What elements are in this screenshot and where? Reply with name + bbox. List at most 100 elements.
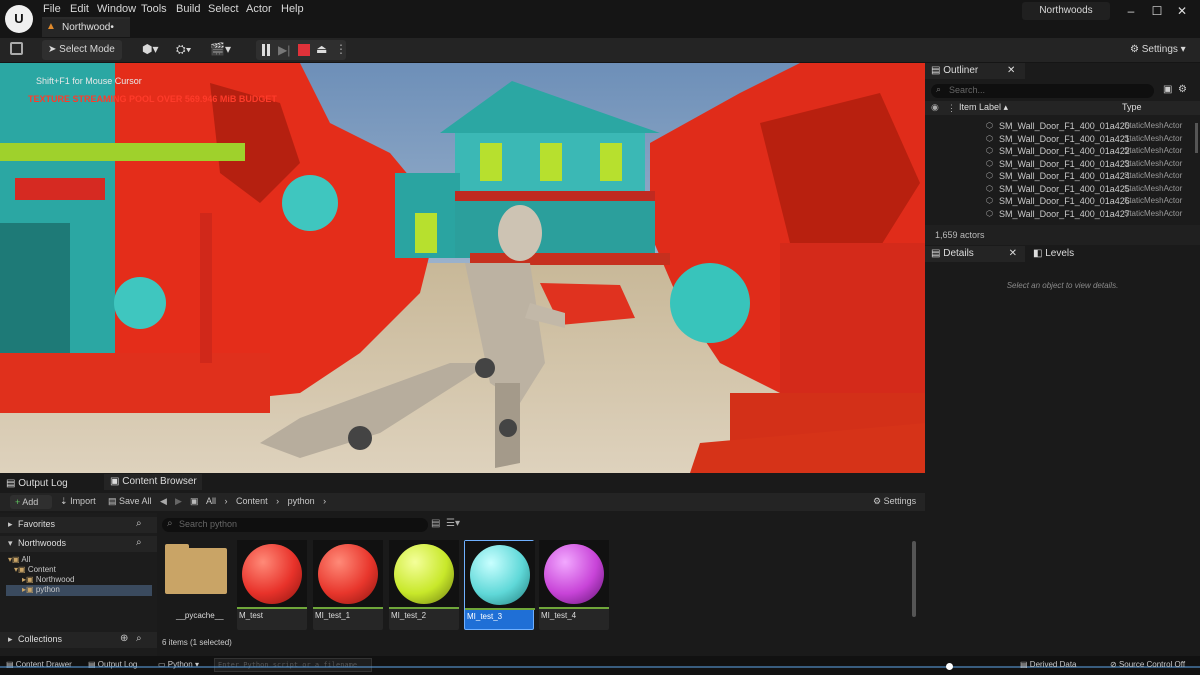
content-browser-panel: ▤ Output Log ▣ Content Browser ✕ + Add ⇣…	[0, 473, 925, 660]
add-actor-icon[interactable]: ⬢▾	[142, 42, 166, 58]
maximize-icon[interactable]: ☐	[1148, 2, 1166, 20]
search-icon[interactable]: ⌕	[136, 537, 142, 548]
menu-edit[interactable]: Edit	[70, 3, 89, 15]
asset-type-bar	[539, 607, 609, 609]
unreal-logo-icon[interactable]: U	[5, 5, 33, 33]
pin-icon[interactable]: ⋮	[947, 103, 956, 114]
tab-levels[interactable]: ◧ Levels	[1027, 246, 1097, 262]
asset-type-bar	[313, 607, 383, 609]
outliner-row[interactable]: ⬡ SM_Wall_Door_F1_400_01a421 StaticMeshA…	[925, 134, 1200, 146]
tree-item-all[interactable]: ▾▣ All	[8, 555, 152, 565]
search-icon[interactable]: ⌕	[136, 633, 142, 644]
outliner-row[interactable]: ⬡ SM_Wall_Door_F1_400_01a425 StaticMeshA…	[925, 184, 1200, 196]
pause-icon[interactable]	[262, 44, 265, 56]
filter-icon[interactable]: ☰▾	[446, 518, 460, 529]
favorites-header[interactable]: ▸ Favorites ⌕	[0, 517, 157, 533]
outliner-row[interactable]: ⬡ SM_Wall_Door_F1_400_01a422 StaticMeshA…	[925, 146, 1200, 158]
source-control-button[interactable]: ⊘ Source Control Off	[1110, 660, 1185, 669]
tree-item-northwood[interactable]: ▸▣ Northwood	[22, 575, 152, 585]
select-mode-dropdown[interactable]: ➤ Select Mode ▾	[42, 40, 122, 75]
select-mode-label: Select Mode	[59, 44, 115, 55]
stop-icon[interactable]	[298, 44, 310, 56]
forward-icon[interactable]: ▶	[175, 496, 182, 507]
material-sphere-icon	[242, 544, 302, 604]
close-icon[interactable]: ✕	[1173, 2, 1191, 20]
progress-handle[interactable]	[946, 663, 953, 670]
outliner-row[interactable]: ⬡ SM_Wall_Door_F1_400_01a424 StaticMeshA…	[925, 171, 1200, 183]
asset-tile-folder[interactable]: __pycache__	[162, 540, 232, 630]
menu-select[interactable]: Select	[208, 3, 239, 15]
menu-file[interactable]: File	[43, 3, 61, 15]
outliner-row[interactable]: ⬡ SM_Wall_Door_F1_400_01a426 StaticMeshA…	[925, 196, 1200, 208]
close-icon[interactable]: ✕	[1009, 248, 1017, 259]
content-scrollbar[interactable]	[912, 541, 916, 617]
outliner-row[interactable]: ⬡ SM_Wall_Door_F1_400_01a420 StaticMeshA…	[925, 121, 1200, 133]
outliner-row-type: StaticMeshActor	[1124, 158, 1183, 168]
viewport-scene	[0, 63, 925, 473]
visibility-eye-icon[interactable]: ◉	[931, 102, 939, 113]
tree-item-python[interactable]: ▸▣ python	[6, 585, 152, 596]
import-button[interactable]: ⇣ Import	[60, 496, 96, 507]
source-control-icon: ⊘	[1110, 660, 1117, 669]
col-item-label[interactable]: Item Label ▴	[959, 102, 1008, 113]
outliner-search-input[interactable]: ⌕ Search...	[931, 84, 1154, 98]
asset-tile[interactable]: MI_test_1	[313, 540, 383, 630]
derived-data-button[interactable]: ▤ Derived Data	[1020, 660, 1076, 669]
asset-type-bar	[465, 608, 535, 610]
close-icon[interactable]: ✕	[1007, 65, 1015, 76]
asset-tile-selected[interactable]: MI_test_3	[464, 540, 535, 630]
blueprint-icon[interactable]: ⛭▾	[176, 42, 200, 58]
menu-tools[interactable]: Tools	[141, 3, 167, 15]
asset-tile[interactable]: MI_test_2	[389, 540, 459, 630]
tab-output-log[interactable]: ▤ Output Log	[6, 476, 106, 492]
level-viewport[interactable]: Shift+F1 for Mouse Cursor TEXTURE STREAM…	[0, 63, 925, 473]
step-icon[interactable]: ▶|	[278, 43, 290, 57]
project-header[interactable]: ▾ Northwoods ⌕	[0, 536, 157, 552]
tab-details[interactable]: ▤ Details ✕	[925, 246, 1025, 262]
collapse-arrow-icon: ▸	[8, 634, 13, 644]
cursor-icon: ➤	[48, 44, 57, 55]
derived-data-label: Derived Data	[1029, 660, 1077, 669]
breadcrumb-python[interactable]: python	[288, 496, 315, 506]
content-settings-button[interactable]: ⚙ Settings	[873, 496, 916, 507]
details-tab-label: Details	[943, 248, 974, 259]
search-icon[interactable]: ⌕	[136, 518, 142, 529]
tree-item-label: python	[35, 585, 60, 594]
save-all-button[interactable]: ▤ Save All	[108, 496, 152, 507]
col-type[interactable]: Type	[1122, 102, 1142, 112]
menu-window[interactable]: Window	[97, 3, 136, 15]
console-command-input[interactable]: Enter Python script or a filename	[214, 658, 372, 672]
outliner-row-type: StaticMeshActor	[1124, 133, 1183, 143]
tree-item-content[interactable]: ▾▣ Content	[14, 565, 152, 575]
breadcrumb-all[interactable]: All	[206, 496, 216, 506]
asset-tile[interactable]: MI_test_4	[539, 540, 609, 630]
add-collection-icon[interactable]: ⊕	[120, 633, 128, 644]
menu-help[interactable]: Help	[281, 3, 304, 15]
save-search-icon[interactable]: ▤	[431, 518, 440, 529]
save-icon[interactable]	[10, 42, 23, 55]
collections-header[interactable]: ▸ Collections ⊕ ⌕	[0, 632, 157, 648]
asset-tile[interactable]: M_test	[237, 540, 307, 630]
breadcrumb-content[interactable]: Content	[236, 496, 268, 506]
minimize-icon[interactable]: –	[1122, 2, 1140, 20]
menu-build[interactable]: Build	[176, 3, 200, 15]
tab-outliner[interactable]: ▤ Outliner ✕	[925, 63, 1025, 79]
eject-icon[interactable]: ⏏	[316, 42, 327, 56]
outliner-tab-label: Outliner	[943, 65, 979, 76]
settings-button[interactable]: ⚙ Settings ▾	[1124, 40, 1192, 60]
outliner-row[interactable]: ⬡ SM_Wall_Door_F1_400_01a427 StaticMeshA…	[925, 209, 1200, 221]
more-options-icon[interactable]: ⋮	[335, 42, 347, 56]
outliner-row[interactable]: ⬡ SM_Wall_Door_F1_400_01a423 StaticMeshA…	[925, 159, 1200, 171]
menu-actor[interactable]: Actor	[246, 3, 272, 15]
cinematics-icon[interactable]: 🎬▾	[210, 42, 234, 58]
content-search-input[interactable]: ⌕ Search python	[162, 518, 428, 532]
outliner-search-placeholder: Search...	[949, 85, 986, 95]
tab-content-browser[interactable]: ▣ Content Browser ✕	[104, 474, 202, 503]
level-tab[interactable]: ▲ Northwood•	[42, 17, 130, 37]
gear-icon[interactable]: ⚙	[1178, 84, 1187, 95]
add-button[interactable]: + Add	[10, 495, 52, 509]
collapse-arrow-icon: ▸	[8, 519, 13, 529]
add-folder-icon[interactable]: ▣	[1163, 84, 1172, 95]
back-icon[interactable]: ◀	[160, 496, 167, 507]
outliner-scrollbar[interactable]	[1195, 123, 1198, 153]
